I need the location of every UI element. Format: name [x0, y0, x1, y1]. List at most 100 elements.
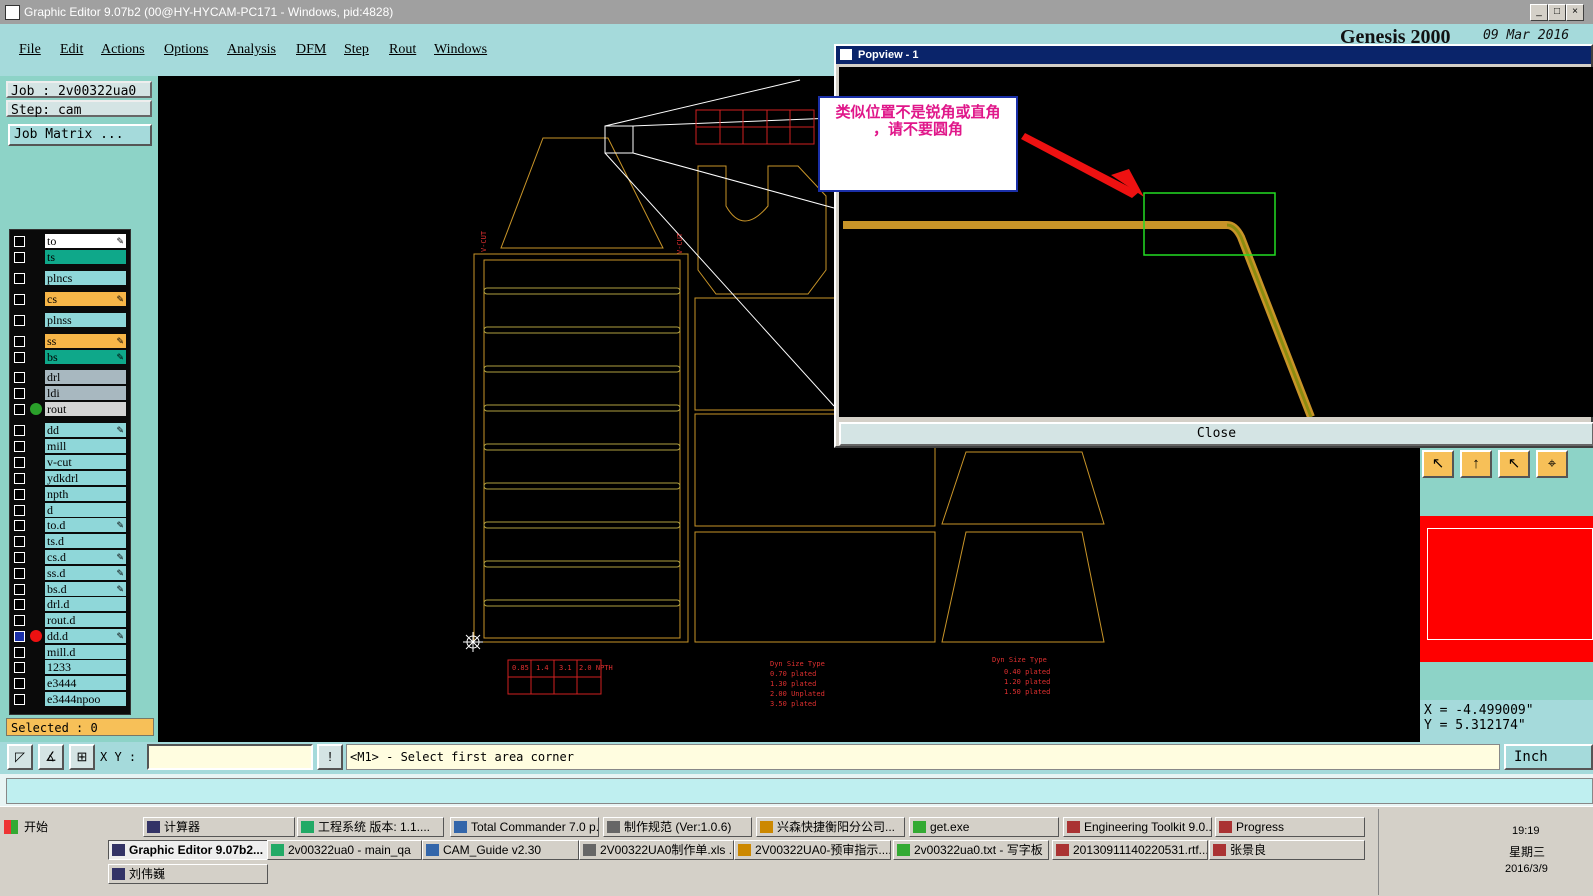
layer-row[interactable]: ts.d [10, 534, 130, 549]
layer-row[interactable]: npth [10, 487, 130, 502]
layer-checkbox[interactable] [14, 599, 25, 610]
layer-row[interactable]: cs ✎ [10, 292, 130, 307]
layer-name[interactable]: npth [45, 487, 126, 501]
layer-row[interactable]: drl [10, 370, 130, 385]
menu-windows[interactable]: Windows [434, 42, 487, 58]
layer-checkbox[interactable] [14, 473, 25, 484]
layer-checkbox[interactable] [14, 662, 25, 673]
layer-row[interactable]: mill [10, 439, 130, 454]
layer-row[interactable]: ldi [10, 386, 130, 401]
layer-name[interactable]: v-cut [45, 455, 126, 469]
layer-name[interactable]: ts [45, 250, 126, 264]
taskbar-button[interactable]: CAM_Guide v2.30 [422, 840, 579, 860]
taskbar-button[interactable]: Progress [1215, 817, 1365, 837]
menu-step[interactable]: Step [344, 42, 369, 58]
menu-file[interactable]: File [19, 42, 41, 58]
popview-close-button[interactable]: Close [839, 422, 1593, 446]
move-tool-button[interactable]: ↑ [1460, 450, 1492, 478]
taskbar-button[interactable]: Total Commander 7.0 p... [450, 817, 599, 837]
measure-button[interactable]: ∡ [38, 744, 64, 770]
layer-row[interactable]: 1233 [10, 660, 130, 675]
taskbar-button[interactable]: 工程系统 版本: 1.1.... [297, 817, 444, 837]
layer-row[interactable]: cs.d ✎ [10, 550, 130, 565]
layer-name[interactable]: 1233 [45, 660, 126, 674]
layer-checkbox[interactable] [14, 294, 25, 305]
layer-checkbox[interactable] [14, 336, 25, 347]
layer-row[interactable]: plnss [10, 313, 130, 328]
layer-name[interactable]: bs.d ✎ [45, 582, 126, 596]
layer-row[interactable]: to ✎ [10, 234, 130, 249]
xy-input[interactable] [147, 744, 313, 770]
layer-row[interactable]: ss.d ✎ [10, 566, 130, 581]
menu-analysis[interactable]: Analysis [227, 42, 276, 58]
layer-checkbox[interactable] [14, 520, 25, 531]
layer-checkbox[interactable] [14, 252, 25, 263]
grid-button[interactable]: ⊞ [69, 744, 95, 770]
menu-rout[interactable]: Rout [389, 42, 416, 58]
layer-name[interactable]: to ✎ [45, 234, 126, 248]
layer-checkbox[interactable] [14, 536, 25, 547]
layer-name[interactable]: ts.d [45, 534, 126, 548]
layer-checkbox[interactable] [14, 315, 25, 326]
layer-name[interactable]: mill [45, 439, 126, 453]
taskbar-button[interactable]: 2V00322UA0制作单.xls ... [579, 840, 734, 860]
layer-name[interactable]: d [45, 503, 126, 517]
taskbar-button[interactable]: 兴森快捷衡阳分公司... [756, 817, 905, 837]
units-button[interactable]: Inch [1504, 744, 1593, 770]
menu-options[interactable]: Options [164, 42, 208, 58]
layer-row[interactable]: bs.d ✎ [10, 582, 130, 597]
layer-row[interactable]: e3444 [10, 676, 130, 691]
snap-tool-button[interactable]: ⌖ [1536, 450, 1568, 478]
layer-name[interactable]: drl [45, 370, 126, 384]
menu-actions[interactable]: Actions [101, 42, 145, 58]
layer-checkbox[interactable] [14, 273, 25, 284]
layer-row[interactable]: d [10, 503, 130, 518]
layer-name[interactable]: ss.d ✎ [45, 566, 126, 580]
layer-name[interactable]: bs ✎ [45, 350, 126, 364]
layer-checkbox[interactable] [14, 647, 25, 658]
layer-checkbox[interactable] [14, 372, 25, 383]
layer-name[interactable]: e3444 [45, 676, 126, 690]
layer-checkbox[interactable] [14, 236, 25, 247]
taskbar-button[interactable]: 2v00322ua0 - main_qa [267, 840, 422, 860]
taskbar-button[interactable]: 2v00322ua0.txt - 写字板 [893, 840, 1049, 860]
layer-row[interactable]: ss ✎ [10, 334, 130, 349]
layer-checkbox[interactable] [14, 505, 25, 516]
maximize-button[interactable]: □ [1548, 4, 1566, 21]
layer-name[interactable]: to.d ✎ [45, 518, 126, 532]
layer-name[interactable]: mill.d [45, 645, 126, 659]
layer-checkbox[interactable] [14, 584, 25, 595]
taskbar-button[interactable]: 刘伟巍 [108, 864, 268, 884]
layer-checkbox[interactable] [14, 489, 25, 500]
layer-checkbox[interactable] [14, 615, 25, 626]
layer-row[interactable]: v-cut [10, 455, 130, 470]
layer-checkbox[interactable] [14, 694, 25, 705]
layer-name[interactable]: ydkdrl [45, 471, 126, 485]
layer-name[interactable]: e3444npoo [45, 692, 126, 706]
minimize-button[interactable]: _ [1530, 4, 1548, 21]
layer-name[interactable]: plncs [45, 271, 126, 285]
layer-row[interactable]: plncs [10, 271, 130, 286]
taskbar-button[interactable]: 制作规范 (Ver:1.0.6) [603, 817, 752, 837]
layer-row[interactable]: to.d ✎ [10, 518, 130, 533]
layer-row[interactable]: rout [10, 402, 130, 417]
layer-name[interactable]: rout [45, 402, 126, 416]
layer-row[interactable]: mill.d [10, 645, 130, 660]
taskbar-button[interactable]: Graphic Editor 9.07b2... [108, 840, 268, 860]
job-matrix-button[interactable]: Job Matrix ... [8, 124, 152, 146]
taskbar-button[interactable]: 2V00322UA0-预审指示.... [734, 840, 891, 860]
layer-checkbox[interactable] [14, 678, 25, 689]
layer-checkbox[interactable] [14, 352, 25, 363]
layer-preview[interactable] [1420, 516, 1593, 662]
layer-checkbox[interactable] [14, 568, 25, 579]
taskbar-button[interactable]: 张景良 [1209, 840, 1365, 860]
select-tool-button[interactable]: ↖ [1422, 450, 1454, 478]
layer-row[interactable]: ydkdrl [10, 471, 130, 486]
layer-name[interactable]: plnss [45, 313, 126, 327]
layer-row[interactable]: drl.d [10, 597, 130, 612]
layer-row[interactable]: dd ✎ [10, 423, 130, 438]
taskbar-button[interactable]: 计算器 [143, 817, 295, 837]
zoom-area-button[interactable]: ◸ [7, 744, 33, 770]
pointer-tool-button[interactable]: ↖ [1498, 450, 1530, 478]
close-window-button[interactable]: × [1566, 4, 1584, 21]
